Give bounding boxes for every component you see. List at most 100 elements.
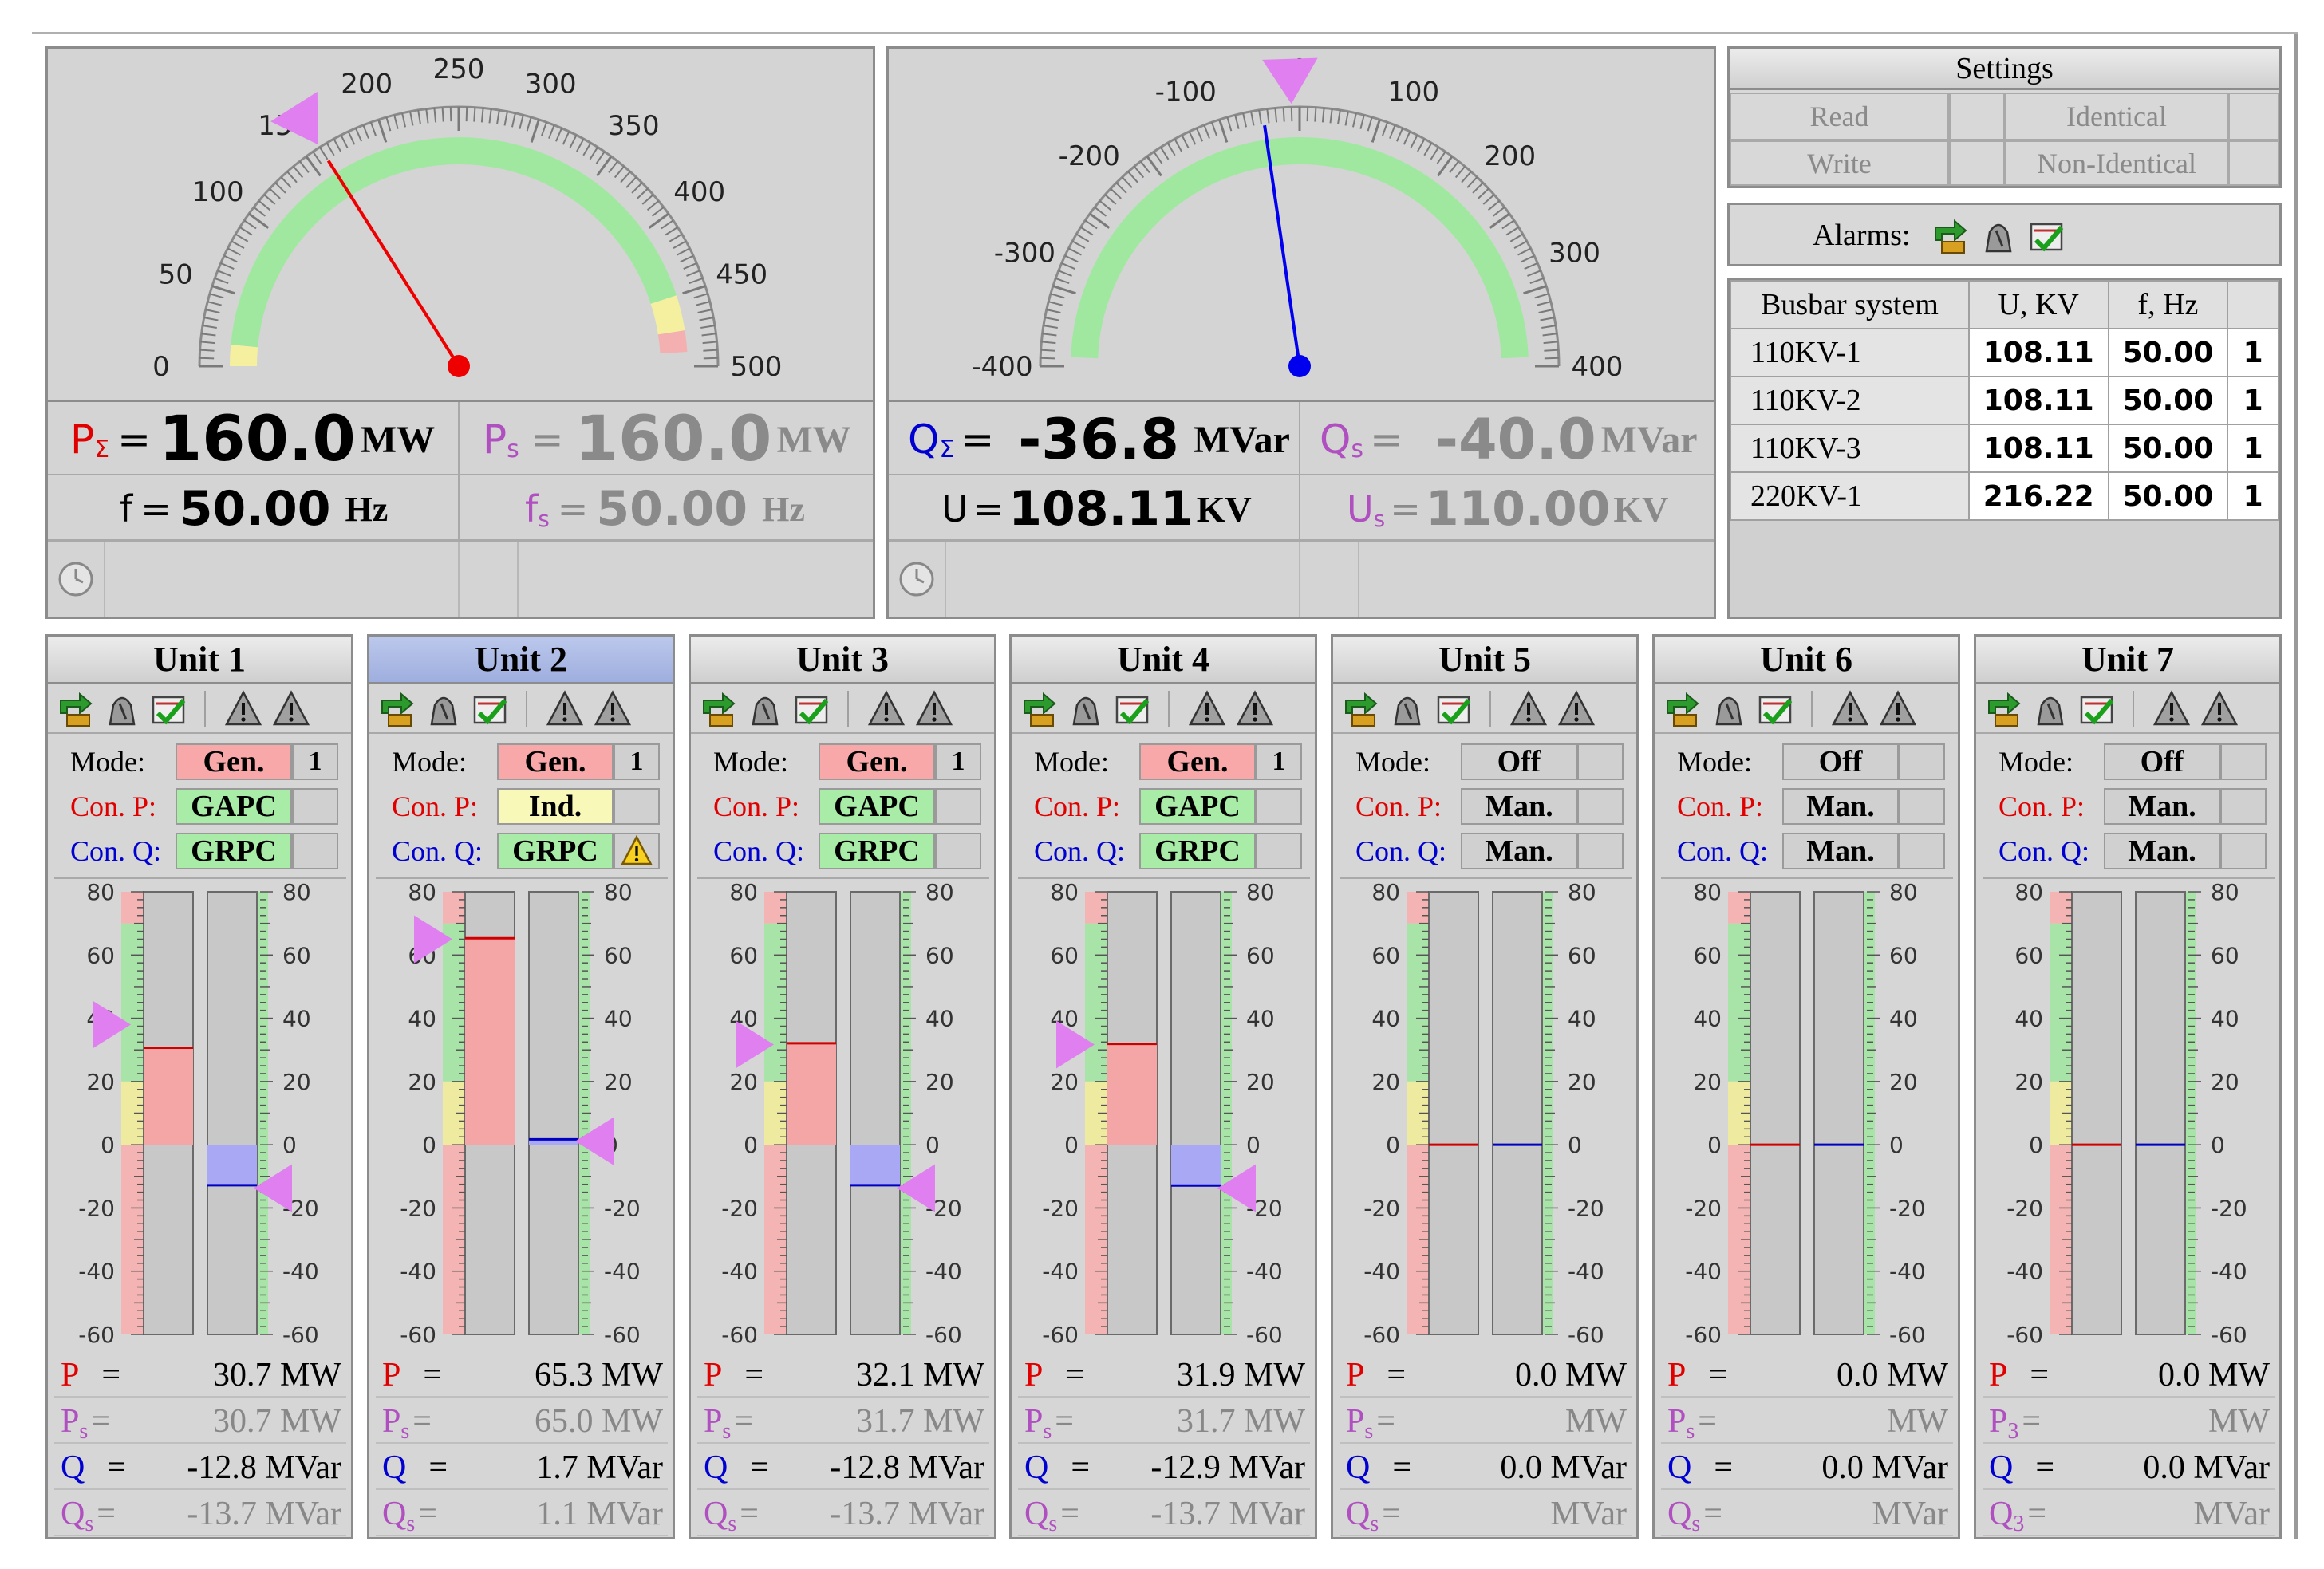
sync-icon[interactable]	[1931, 216, 1971, 256]
gauge-minor-tick	[1351, 112, 1357, 128]
unit-title[interactable]: Unit 2	[369, 637, 673, 684]
sync-icon[interactable]	[377, 689, 417, 729]
warn-dot	[1205, 717, 1209, 722]
acknowledge-icon[interactable]	[2026, 216, 2066, 256]
unit-title[interactable]: Unit 3	[691, 637, 994, 684]
gauge-minor-tick	[699, 317, 714, 321]
q-reading: Q = 0.0 MVar	[1661, 1445, 1953, 1490]
p-reading-equals: =	[1387, 1357, 1407, 1394]
acknowledge-icon[interactable]	[1112, 689, 1152, 729]
warn-dot	[2217, 717, 2222, 722]
acknowledge-icon[interactable]	[1434, 689, 1474, 729]
gauge-major-tick	[1218, 119, 1229, 143]
clock-icon[interactable]	[57, 561, 94, 597]
mode-value[interactable]: Off	[1461, 743, 1577, 780]
warning-icon[interactable]	[1557, 689, 1596, 729]
busbar-row[interactable]: 220KV-1 216.22 50.00 1	[1730, 471, 2279, 521]
sync-icon[interactable]	[699, 689, 739, 729]
gauge-minor-tick	[548, 124, 555, 139]
write-button[interactable]: Write	[1730, 140, 1949, 186]
p-scale-label: 40	[408, 1006, 436, 1032]
warning-icon[interactable]	[2200, 689, 2239, 729]
unit-title[interactable]: Unit 5	[1333, 637, 1636, 684]
warning-icon[interactable]	[1878, 689, 1918, 729]
gauge-minor-tick	[1258, 109, 1262, 124]
busbar-row[interactable]: 110KV-3 108.11 50.00 1	[1730, 424, 2279, 473]
ps-reading-subscript: 3	[2007, 1419, 2019, 1444]
alarm-bell-icon[interactable]	[2030, 689, 2070, 729]
warning-icon[interactable]	[271, 689, 311, 729]
alarm-bell-icon[interactable]	[102, 689, 142, 729]
header-frequency[interactable]: f, Hz	[2107, 280, 2229, 329]
unit-title[interactable]: Unit 1	[48, 637, 351, 684]
p-scale-label: -60	[1363, 1322, 1400, 1348]
gauge-minor-tick	[209, 293, 224, 299]
mode-value[interactable]: Off	[2104, 743, 2220, 780]
q-reading: Q = 0.0 MVar	[1340, 1445, 1632, 1490]
alarm-bell-icon[interactable]	[1066, 689, 1106, 729]
header-busbar-system[interactable]: Busbar system	[1730, 280, 1970, 329]
read-button[interactable]: Read	[1730, 93, 1949, 140]
alarm-bell-icon[interactable]	[1709, 689, 1749, 729]
acknowledge-icon[interactable]	[791, 689, 831, 729]
p-scale-label: -20	[1042, 1195, 1079, 1221]
q-setpoint-equals: =	[1370, 416, 1403, 463]
header-count[interactable]	[2227, 280, 2279, 329]
qs-reading: Qs= -13.7 MVar	[54, 1492, 346, 1536]
warning-icon[interactable]	[2152, 689, 2192, 729]
non-identical-button[interactable]: Non-Identical	[2005, 140, 2228, 186]
header-voltage[interactable]: U, KV	[1967, 280, 2109, 329]
q-scale-label: -40	[1889, 1259, 1926, 1285]
alarm-bell-icon[interactable]	[1387, 689, 1427, 729]
mode-value[interactable]: Gen.	[176, 743, 292, 780]
warning-icon[interactable]	[1509, 689, 1549, 729]
warning-icon[interactable]	[545, 689, 585, 729]
q-reading: Q = -12.8 MVar	[697, 1445, 989, 1490]
gauge-minor-tick	[488, 108, 492, 124]
gauge-minor-tick	[1266, 108, 1270, 124]
acknowledge-icon[interactable]	[1755, 689, 1795, 729]
warning-icon[interactable]	[1235, 689, 1275, 729]
busbar-row[interactable]: 110KV-2 108.11 50.00 1	[1730, 376, 2279, 425]
sync-icon[interactable]	[1663, 689, 1703, 729]
warning-icon[interactable]	[1187, 689, 1227, 729]
warning-icon[interactable]	[1830, 689, 1870, 729]
warning-icon[interactable]	[866, 689, 906, 729]
gauge-minor-tick	[661, 219, 674, 230]
alarm-bell-icon[interactable]	[424, 689, 464, 729]
acknowledge-icon[interactable]	[2077, 689, 2117, 729]
sync-icon[interactable]	[1341, 689, 1381, 729]
mode-value[interactable]: Off	[1782, 743, 1899, 780]
gauge-minor-tick	[1482, 194, 1495, 205]
q-scale-label: -40	[925, 1259, 962, 1285]
busbar-count: 1	[2227, 328, 2279, 377]
warning-icon[interactable]	[914, 689, 954, 729]
unit-title[interactable]: Unit 7	[1976, 637, 2279, 684]
mode-value[interactable]: Gen.	[497, 743, 614, 780]
gauge-minor-tick	[1538, 309, 1553, 314]
unit-title[interactable]: Unit 6	[1655, 637, 1958, 684]
clock-icon[interactable]	[898, 561, 935, 597]
sync-icon[interactable]	[56, 689, 96, 729]
gauge-minor-tick	[480, 108, 484, 123]
acknowledge-icon[interactable]	[470, 689, 510, 729]
gauge-minor-tick	[555, 128, 562, 142]
alarm-bell-icon[interactable]	[745, 689, 785, 729]
mode-value[interactable]: Gen.	[1139, 743, 1256, 780]
identical-button[interactable]: Identical	[2005, 93, 2228, 140]
q-scale-label: 0	[2211, 1132, 2225, 1158]
warning-icon[interactable]	[223, 689, 263, 729]
alarm-bell-icon[interactable]	[1979, 216, 2018, 256]
mode-value[interactable]: Gen.	[819, 743, 935, 780]
gauge-minor-tick	[1075, 233, 1090, 242]
unit-title[interactable]: Unit 4	[1012, 637, 1315, 684]
warning-icon[interactable]	[593, 689, 633, 729]
busbar-frequency: 50.00	[2107, 376, 2229, 425]
acknowledge-icon[interactable]	[148, 689, 188, 729]
gauge-minor-tick	[465, 107, 468, 122]
q-scale-label: -40	[2211, 1259, 2247, 1285]
busbar-row[interactable]: 110KV-1 108.11 50.00 1	[1730, 328, 2279, 377]
sync-icon[interactable]	[1984, 689, 2024, 729]
p-reading-equals: =	[423, 1357, 443, 1394]
sync-icon[interactable]	[1020, 689, 1059, 729]
